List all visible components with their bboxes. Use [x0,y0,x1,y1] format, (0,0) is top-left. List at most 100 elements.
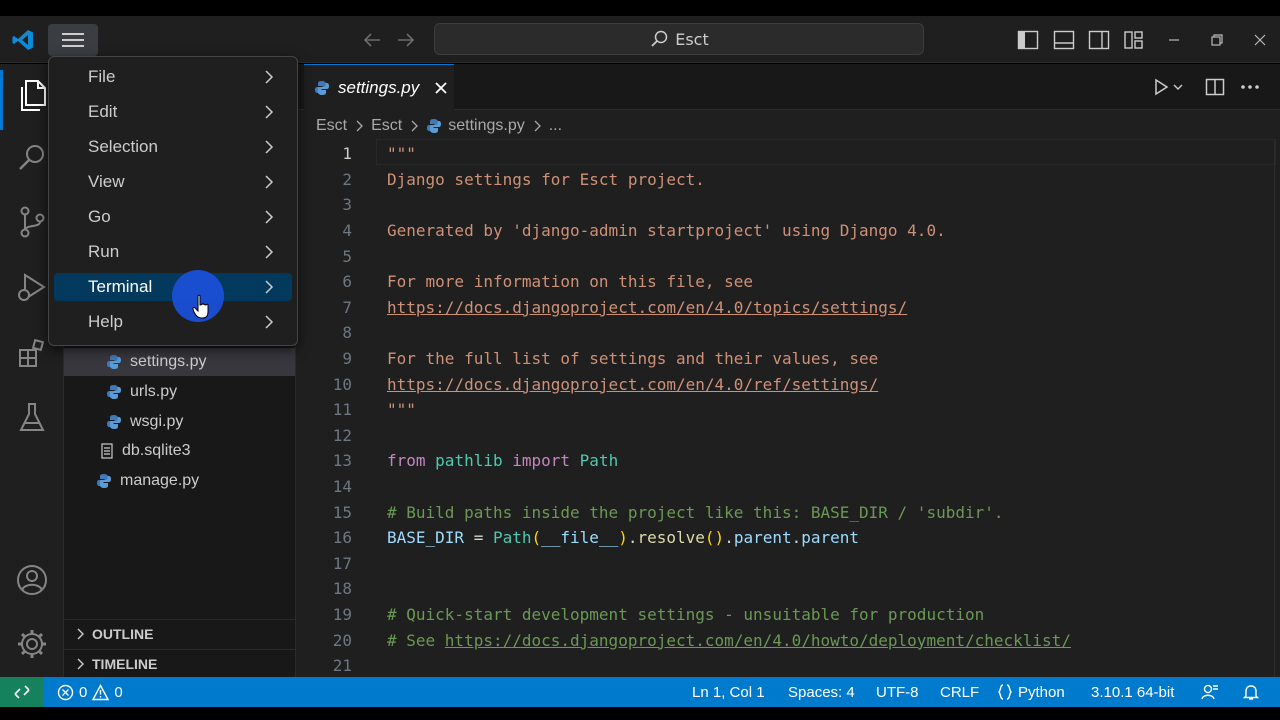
file-db-sqlite3[interactable]: db.sqlite3 [64,437,295,465]
testing-flask-icon[interactable] [12,398,52,438]
code-line[interactable]: 7 https://docs.djangoproject.com/en/4.0/t… [296,295,1280,321]
chevron-right-icon [411,120,419,132]
code-token: . [724,528,734,548]
line-ending-setting[interactable]: CRLF [940,677,979,707]
split-editor-icon[interactable] [1202,74,1228,100]
indentation-setting[interactable]: Spaces: 4 [788,677,855,707]
code-text: """ [387,400,416,419]
line-number: 15 [332,502,352,522]
chevron-right-icon [265,70,274,84]
python-icon [97,474,111,488]
code-line[interactable]: 20 # See https://docs.djangoproject.com/e… [296,627,1280,653]
language-mode[interactable]: Python [997,677,1065,707]
code-line[interactable]: 9 For the full list of settings and their… [296,346,1280,372]
python-interpreter[interactable]: 3.10.1 64-bit [1091,677,1174,707]
menu-item-edit[interactable]: Edit [54,98,292,126]
breadcrumb-item[interactable]: Esct [371,117,402,135]
code-line[interactable]: 1 """ [296,139,1280,167]
accounts-icon[interactable] [12,560,52,600]
run-and-debug-icon[interactable] [12,268,52,308]
code-line[interactable]: 11 """ [296,397,1280,423]
code-text: https://docs.djangoproject.com/en/4.0/re… [387,375,878,394]
timeline-section-header[interactable]: TIMELINE [64,649,296,677]
back-arrow-icon[interactable] [358,26,386,54]
code-line[interactable]: 14 [296,474,1280,500]
code-line[interactable]: 19 # Quick-start development settings - u… [296,602,1280,628]
code-text: from pathlib import Path [387,451,618,470]
breadcrumb-item[interactable]: ... [549,117,562,135]
code-text: For the full list of settings and their … [387,349,878,368]
cursor-position[interactable]: Ln 1, Col 1 [692,677,765,707]
code-line[interactable]: 21 [296,653,1280,679]
breadcrumb-item[interactable]: settings.py [448,117,524,135]
toggle-primary-sidebar-icon[interactable] [1014,26,1042,54]
menu-item-label: Go [88,207,111,226]
code-line[interactable]: 3 [296,192,1280,218]
code-text: # Quick-start development settings - uns… [387,605,984,624]
notifications-bell-icon[interactable] [1242,677,1260,707]
menu-item-run[interactable]: Run [54,238,292,266]
code-editor[interactable]: 1 """ 2 Django settings for Esct project. 3 4… [296,139,1280,681]
code-token: ( [531,528,542,548]
close-tab-icon[interactable] [433,80,449,96]
code-line[interactable]: 4 Generated by 'django-admin startproject… [296,218,1280,244]
close-window-icon[interactable] [1246,26,1274,54]
code-line[interactable]: 15 # Build paths inside the project like … [296,499,1280,525]
line-number: 16 [332,528,352,548]
code-line[interactable]: 12 [296,423,1280,449]
code-line[interactable]: 6 For more information on this file, see [296,269,1280,295]
file-manage-py[interactable]: manage.py [64,467,295,495]
file-name: settings.py [130,353,207,370]
code-text: # Build paths inside the project like th… [387,503,1004,522]
chevron-right-icon [77,628,84,639]
tab-settings-py[interactable]: settings.py [304,64,454,110]
toggle-secondary-sidebar-icon[interactable] [1085,26,1113,54]
remote-indicator[interactable] [0,677,44,707]
explorer-icon[interactable] [12,76,52,116]
file-settings-py[interactable]: settings.py [64,348,295,376]
line-number: 9 [342,349,352,369]
code-line[interactable]: 5 [296,243,1280,269]
code-line[interactable]: 2 Django settings for Esct project. [296,167,1280,193]
code-line[interactable]: 17 [296,551,1280,577]
more-actions-icon[interactable] [1237,74,1263,100]
current-line-highlight [376,139,1276,165]
chevron-right-icon [77,658,84,669]
source-control-icon[interactable] [12,202,52,242]
toggle-panel-icon[interactable] [1050,26,1078,54]
manage-gear-icon[interactable] [12,624,52,664]
problems-indicator[interactable]: 0 0 [57,677,123,707]
code-line[interactable]: 10 https://docs.djangoproject.com/en/4.0/… [296,371,1280,397]
command-center-search[interactable]: Esct [434,23,924,55]
editor-scrollbar[interactable] [1274,141,1280,681]
file-urls-py[interactable]: urls.py [64,378,295,406]
hamburger-menu-button[interactable] [48,24,98,56]
menu-item-selection[interactable]: Selection [54,133,292,161]
line-number: 11 [332,400,352,420]
menu-item-go[interactable]: Go [54,203,292,231]
code-text: https://docs.djangoproject.com/en/4.0/to… [387,298,907,317]
menu-item-view[interactable]: View [54,168,292,196]
code-line[interactable]: 8 [296,320,1280,346]
extensions-icon[interactable] [12,334,52,374]
search-view-icon[interactable] [12,138,52,178]
customize-layout-icon[interactable] [1120,26,1148,54]
breadcrumb-item[interactable]: Esct [316,117,347,135]
menu-item-label: Terminal [88,277,153,296]
menu-item-help[interactable]: Help [54,308,292,336]
restore-icon[interactable] [1203,26,1231,54]
minimize-icon[interactable] [1160,26,1188,54]
code-line[interactable]: 18 [296,576,1280,602]
menu-item-file[interactable]: File [54,63,292,91]
code-line[interactable]: 16 BASE_DIR = Path(__file__).resolve().pa… [296,525,1280,551]
file-wsgi-py[interactable]: wsgi.py [64,408,295,436]
encoding-setting[interactable]: UTF-8 [876,677,919,707]
code-token: """ [387,144,416,164]
code-line[interactable]: 13 from pathlib import Path [296,448,1280,474]
forward-arrow-icon[interactable] [392,26,420,54]
outline-section-header[interactable]: OUTLINE [64,619,296,647]
run-options-chevron-down-icon[interactable] [1170,74,1186,100]
braces-icon [998,684,1012,700]
code-token: parent [801,528,860,548]
feedback-icon[interactable] [1201,677,1219,707]
